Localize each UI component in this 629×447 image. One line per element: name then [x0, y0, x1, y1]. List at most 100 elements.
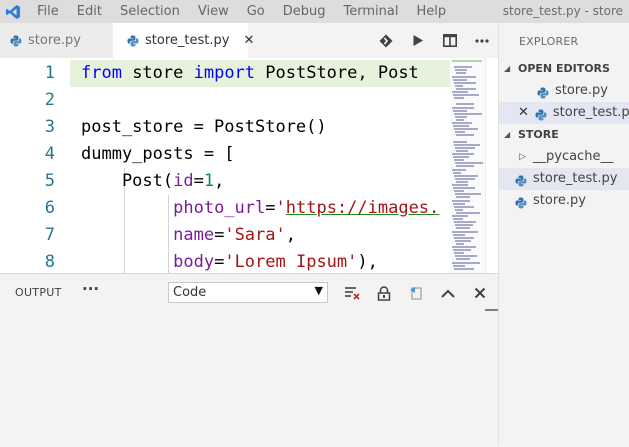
minimap-line [456, 87, 476, 90]
open-editor-store-test-py[interactable]: ✕ store_test.py [499, 102, 629, 124]
line-number: 3 [44, 117, 55, 137]
minimap-line [453, 78, 467, 81]
menu-view[interactable]: View [189, 0, 238, 23]
minimap-line [454, 205, 474, 208]
menu-selection[interactable]: Selection [111, 0, 189, 23]
minimap-line [453, 249, 471, 252]
more-actions-icon[interactable] [466, 23, 498, 58]
lock-scroll-icon[interactable] [374, 283, 394, 303]
line-number: 2 [44, 90, 55, 110]
tree-item-label: store_test.py [552, 105, 629, 120]
editor-scrollbar[interactable] [485, 58, 498, 273]
minimap-line [452, 199, 470, 202]
title-bar: File Edit Selection View Go Debug Termin… [0, 0, 629, 23]
maximize-panel-icon[interactable] [438, 283, 458, 303]
code-editor[interactable]: 1 2 3 4 5 6 7 8 from store import PostSt… [0, 58, 498, 273]
tab-store-test-py[interactable]: store_test.py ✕ [113, 23, 254, 58]
minimap-line [456, 258, 470, 261]
menu-file[interactable]: File [26, 0, 68, 23]
store-folder-header[interactable]: ◢ STORE [499, 124, 629, 146]
minimap-line [455, 146, 475, 149]
menu-help[interactable]: Help [407, 0, 455, 23]
python-file-icon [515, 195, 527, 209]
open-log-file-icon[interactable] [406, 283, 426, 303]
line-number: 6 [44, 198, 55, 218]
minimap-line [454, 236, 474, 239]
chevron-right-icon: ▷ [519, 152, 526, 162]
minimap-line [456, 242, 464, 245]
tab-store-py[interactable]: store.py [0, 23, 113, 58]
minimap-line [452, 246, 476, 248]
editor-tabs: store.py store_test.py ✕ [0, 23, 498, 58]
code-line-3: post_store = PostStore() [81, 117, 327, 137]
open-changes-icon[interactable] [370, 23, 402, 58]
code-line-1: from store import PostStore, Post [70, 60, 450, 87]
minimap-line [454, 81, 476, 84]
section-label: STORE [518, 128, 559, 141]
python-file-icon [537, 85, 549, 99]
open-editors-header[interactable]: ◢ OPEN EDITORS [499, 58, 629, 80]
minimap-line [453, 109, 467, 112]
code-line-7: name='Sara', [173, 225, 296, 245]
minimap-line [456, 180, 468, 183]
code-line-5: Post(id=1, [81, 171, 225, 191]
line-number: 5 [44, 171, 55, 191]
menu-edit[interactable]: Edit [68, 0, 111, 23]
menu-terminal[interactable]: Terminal [335, 0, 408, 23]
minimap-line [453, 264, 465, 267]
minimap-line [456, 165, 474, 168]
close-panel-icon[interactable] [470, 283, 490, 303]
minimap-line [455, 84, 463, 87]
panel-header: OUTPUT ··· Code ▼ [0, 274, 498, 311]
minimap-line [452, 261, 480, 264]
minimap-line [454, 143, 480, 146]
minimap-line [455, 193, 481, 196]
minimap-line [456, 196, 470, 199]
line-number: 8 [44, 252, 55, 272]
code-area[interactable]: from store import PostStore, Post post_s… [70, 58, 450, 273]
panel-more-icon[interactable]: ··· [82, 280, 99, 298]
minimap-line [452, 168, 466, 171]
minimap-line [453, 187, 475, 190]
menu-debug[interactable]: Debug [274, 0, 335, 23]
tree-item-pycache[interactable]: ▷ __pycache__ [499, 146, 629, 168]
run-icon[interactable] [402, 23, 434, 58]
minimap-line [452, 153, 474, 155]
select-value: Code [173, 285, 207, 300]
minimap-line [455, 177, 475, 180]
split-editor-icon[interactable] [434, 23, 466, 58]
section-label: OPEN EDITORS [518, 62, 610, 75]
minimap-line [452, 106, 474, 109]
tree-item-store-py[interactable]: store.py [499, 190, 629, 212]
minimap-line [452, 91, 468, 93]
minimap-line [453, 156, 469, 159]
minimap-line [454, 159, 464, 162]
window-title: store_test.py - store [502, 4, 623, 18]
menu-bar: File Edit Selection View Go Debug Termin… [26, 0, 455, 23]
python-file-icon [127, 35, 139, 47]
minimap-line [456, 103, 474, 106]
open-editor-store-py[interactable]: store.py [499, 80, 629, 102]
python-file-icon [535, 107, 547, 121]
minimap[interactable] [450, 58, 485, 273]
minimap-line [454, 66, 472, 69]
minimap-line [456, 118, 464, 121]
panel-title-output[interactable]: OUTPUT [15, 286, 62, 299]
minimap-line [455, 69, 467, 72]
vscode-logo-icon [0, 0, 26, 23]
menu-go[interactable]: Go [238, 0, 274, 23]
minimap-line [454, 97, 464, 100]
tab-label: store_test.py [145, 33, 230, 48]
minimap-line [452, 60, 482, 62]
close-tab-icon[interactable]: ✕ [243, 33, 254, 48]
chevron-down-icon: ◢ [504, 64, 511, 73]
output-channel-select[interactable]: Code ▼ [168, 282, 328, 303]
clear-output-icon[interactable] [342, 283, 362, 303]
output-scrollbar[interactable] [485, 309, 498, 447]
minimap-line [454, 112, 482, 115]
line-number: 1 [44, 63, 55, 83]
minimap-line [455, 131, 465, 134]
tree-item-store-test-py[interactable]: store_test.py [499, 168, 629, 190]
close-editor-icon[interactable]: ✕ [518, 102, 529, 124]
code-line-4: dummy_posts = [ [81, 144, 235, 164]
